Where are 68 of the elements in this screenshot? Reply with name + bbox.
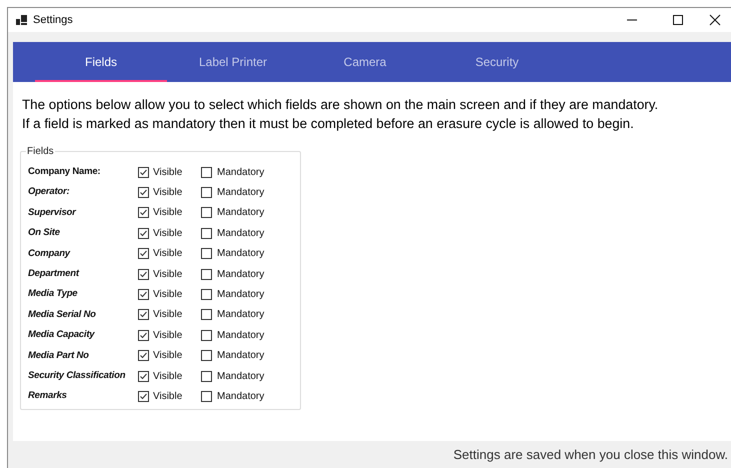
checkbox[interactable] <box>138 268 149 280</box>
checkbox-label: Mandatory <box>217 370 264 384</box>
checkbox-label: Mandatory <box>217 268 264 282</box>
checkbox[interactable] <box>201 390 212 402</box>
checkbox[interactable] <box>201 289 212 300</box>
checkbox-label: Mandatory <box>217 308 264 322</box>
field-label: Department <box>28 267 80 282</box>
app-icon <box>16 15 27 25</box>
checkbox[interactable] <box>201 309 212 320</box>
field-label: Media Part No <box>28 348 90 363</box>
field-label: Security Classification <box>28 368 126 383</box>
field-label: Media Serial No <box>28 308 97 322</box>
checkbox[interactable] <box>138 289 149 300</box>
checkbox-label: Mandatory <box>217 186 264 200</box>
status-text: Settings are saved when you close this window. <box>453 446 728 464</box>
checkbox[interactable] <box>201 350 212 362</box>
checkbox-label: Mandatory <box>217 206 264 220</box>
checkbox[interactable] <box>201 207 212 218</box>
checkbox-label: Mandatory <box>217 390 264 404</box>
checkbox-label: Visible <box>153 308 182 322</box>
checkbox-label: Visible <box>153 349 182 364</box>
field-label: Operator: <box>28 185 70 200</box>
checkbox-label: Visible <box>153 288 182 302</box>
tab[interactable]: Security <box>431 42 563 82</box>
field-label: Company Name: <box>28 165 102 180</box>
checkbox[interactable] <box>138 309 149 320</box>
field-label: On Site <box>28 226 61 240</box>
checkbox[interactable] <box>201 166 212 178</box>
checkbox[interactable] <box>138 228 149 239</box>
checkbox[interactable] <box>138 390 149 402</box>
field-label: Media Type <box>28 287 78 302</box>
checkbox-label: Visible <box>153 370 182 384</box>
checkbox-label: Visible <box>153 206 182 220</box>
window-title: Settings <box>33 12 73 28</box>
checkbox[interactable] <box>201 370 212 382</box>
field-label: Supervisor <box>28 206 78 220</box>
checkbox-label: Mandatory <box>217 226 264 241</box>
tab[interactable]: Camera <box>299 42 431 82</box>
checkbox-label: Mandatory <box>217 288 264 302</box>
checkbox-label: Mandatory <box>217 328 264 343</box>
field-label: Company <box>28 246 72 261</box>
checkbox[interactable] <box>138 187 149 198</box>
checkbox[interactable] <box>201 268 212 280</box>
checkbox-label: Visible <box>153 247 182 262</box>
checkbox-label: Visible <box>153 268 182 282</box>
checkbox-label: Visible <box>153 390 182 404</box>
checkbox[interactable] <box>201 228 212 239</box>
checkbox[interactable] <box>201 330 212 341</box>
checkbox[interactable] <box>138 166 149 178</box>
checkbox[interactable] <box>138 207 149 218</box>
checkbox[interactable] <box>138 248 149 260</box>
checkbox[interactable] <box>201 187 212 198</box>
checkbox-label: Visible <box>153 186 182 200</box>
checkbox[interactable] <box>138 330 149 341</box>
description-text: If a field is marked as mandatory then it must be completed before an erasure cycle is allowed to begin. <box>22 115 635 132</box>
checkbox-label: Visible <box>153 328 182 343</box>
checkbox-label: Visible <box>153 226 182 241</box>
field-label: Media Capacity <box>28 328 96 342</box>
field-label: Remarks <box>28 389 68 404</box>
checkbox-label: Mandatory <box>217 349 264 364</box>
checkbox[interactable] <box>138 350 149 362</box>
checkbox[interactable] <box>201 248 212 260</box>
checkbox-label: Mandatory <box>217 166 264 180</box>
tab[interactable]: Label Printer <box>167 42 299 82</box>
checkbox[interactable] <box>138 370 149 382</box>
description-text: The options below allow you to select which fields are shown on the main screen and if they are mandatory. <box>22 96 660 113</box>
checkbox-label: Visible <box>153 166 182 180</box>
checkbox-label: Mandatory <box>217 247 264 262</box>
